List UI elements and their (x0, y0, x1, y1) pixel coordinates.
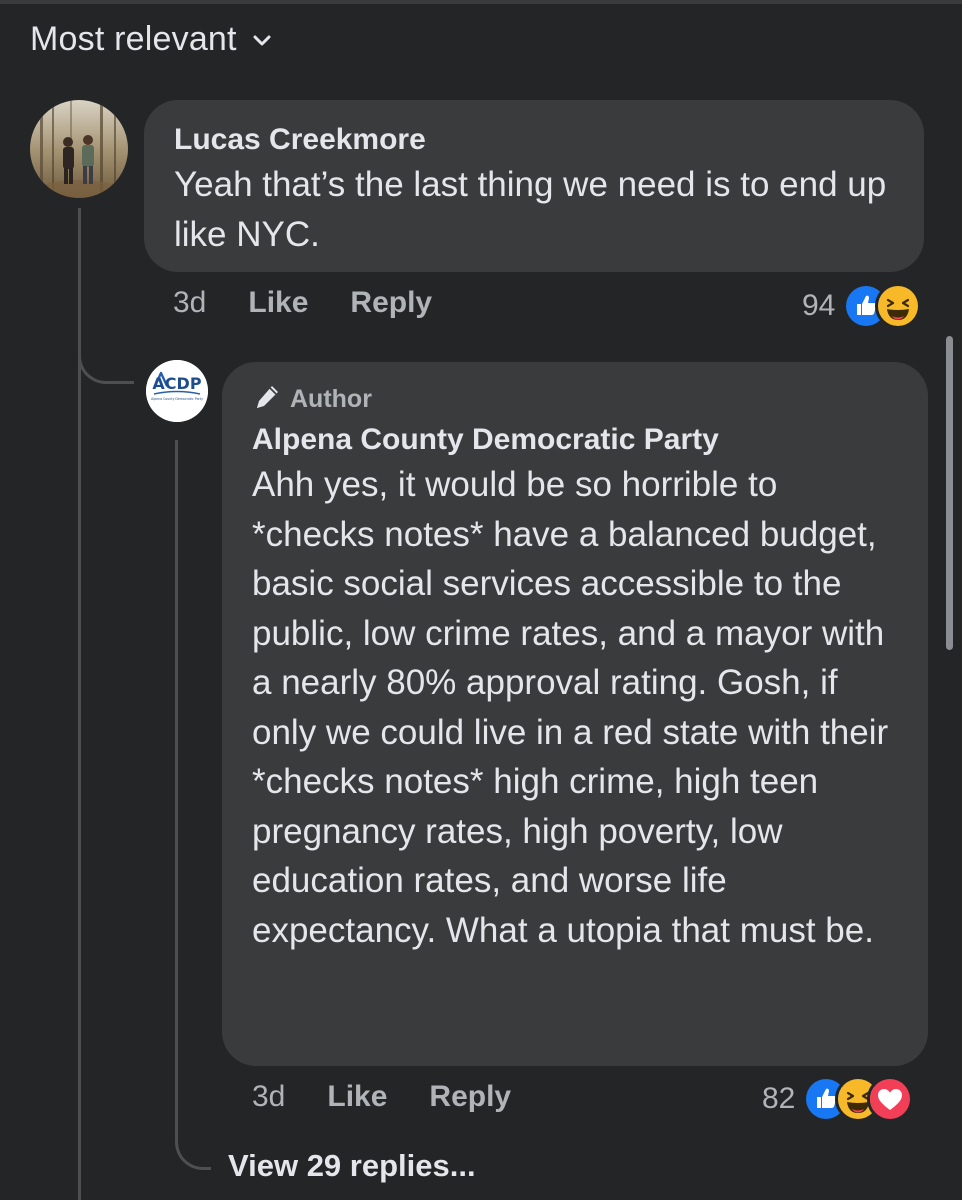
view-replies-link[interactable]: View 29 replies... (228, 1148, 476, 1184)
avatar[interactable] (30, 100, 128, 198)
comment-text: Ahh yes, it would be so horrible to *che… (252, 465, 889, 950)
reaction-summary[interactable]: 94 (802, 283, 922, 329)
pencil-icon (252, 382, 282, 417)
sort-dropdown[interactable]: Most relevant (30, 20, 273, 59)
comment-timestamp[interactable]: 3d (252, 1080, 285, 1114)
reply-actions: 3d Like Reply (252, 1080, 511, 1114)
avatar[interactable]: ACDP Alpena County Democratic Party (146, 360, 208, 422)
like-button[interactable]: Like (327, 1080, 387, 1114)
scrollbar[interactable] (946, 336, 953, 650)
comment-author[interactable]: Lucas Creekmore (174, 122, 894, 158)
top-divider (0, 0, 962, 4)
reaction-count: 94 (802, 289, 836, 322)
thread-connector-curve (78, 340, 134, 384)
author-badge-label: Author (290, 384, 372, 413)
reply-button[interactable]: Reply (350, 286, 432, 320)
like-button[interactable]: Like (248, 286, 308, 320)
acdp-logo-subtext: Alpena County Democratic Party (151, 397, 203, 401)
chevron-down-icon (251, 29, 273, 51)
reply-bubble: Author Alpena County Democratic Party Ah… (222, 362, 928, 1066)
love-icon (867, 1076, 914, 1122)
sort-label: Most relevant (30, 20, 237, 58)
reaction-summary[interactable]: 82 (762, 1076, 914, 1122)
comment-actions: 3d Like Reply (173, 286, 432, 320)
reaction-count: 82 (762, 1082, 796, 1115)
author-badge: Author (252, 382, 898, 416)
comment-text: Yeah that’s the last thing we need is to… (174, 165, 887, 254)
reply-button[interactable]: Reply (429, 1080, 511, 1114)
acdp-logo-text: ACDP (152, 374, 201, 393)
reply-thread-curve (175, 440, 211, 1170)
comment-author[interactable]: Alpena County Democratic Party (252, 422, 898, 458)
haha-icon (875, 283, 922, 329)
comment-timestamp[interactable]: 3d (173, 286, 206, 320)
comment-bubble: Lucas Creekmore Yeah that’s the last thi… (144, 100, 924, 272)
